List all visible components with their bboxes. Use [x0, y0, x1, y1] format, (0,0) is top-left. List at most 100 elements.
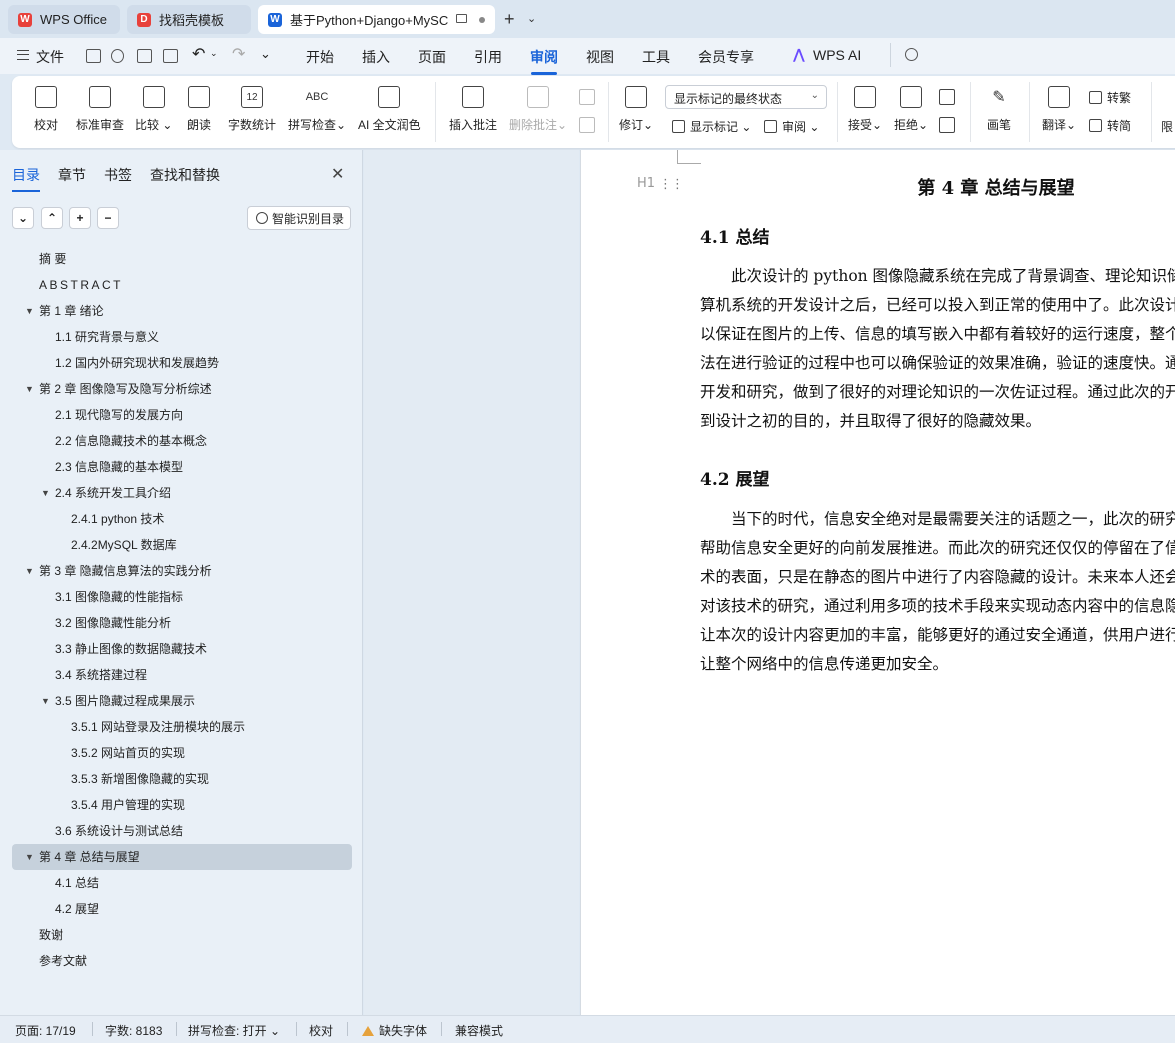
accept-button[interactable]: 接受⌄ — [848, 76, 882, 148]
menu-page[interactable]: 页面 — [418, 47, 446, 67]
more-chevron-icon[interactable]: ⌄ — [260, 46, 271, 62]
menu-file[interactable]: 文件 — [36, 47, 64, 67]
toc-item[interactable]: 2.4.2MySQL 数据库 — [12, 532, 352, 558]
to-simplified-button[interactable]: 转简 — [1089, 117, 1131, 134]
menu-references[interactable]: 引用 — [474, 47, 502, 67]
reject-button[interactable]: 拒绝⌄ — [894, 76, 928, 148]
share-icon[interactable] — [111, 49, 124, 63]
save-icon[interactable] — [86, 49, 101, 63]
menu-insert[interactable]: 插入 — [362, 47, 390, 67]
search-icon[interactable] — [905, 48, 918, 61]
unsaved-dot-icon[interactable] — [479, 17, 485, 23]
remove-icon[interactable]: − — [97, 207, 119, 229]
expand-toggle-icon[interactable]: ▼ — [25, 298, 34, 324]
nav-tab-chapters[interactable]: 章节 — [58, 165, 86, 185]
redo-icon[interactable]: ↷ — [232, 44, 245, 64]
toc-item[interactable]: 3.5.3 新增图像隐藏的实现 — [12, 766, 352, 792]
smart-toc-button[interactable]: 智能识别目录 — [247, 206, 351, 230]
toc-item[interactable]: 3.2 图像隐藏性能分析 — [12, 610, 352, 636]
tab-wps-office[interactable]: W WPS Office — [8, 5, 120, 34]
word-count-indicator[interactable]: 字数: 8183 — [105, 1022, 162, 1039]
delete-comment-button[interactable]: 删除批注⌄ — [509, 76, 567, 148]
expand-toggle-icon[interactable]: ▼ — [25, 844, 34, 870]
toc-item[interactable]: 4.1 总结 — [12, 870, 352, 896]
toc-item[interactable]: 2.3 信息隐藏的基本模型 — [12, 454, 352, 480]
compare-button[interactable]: 比较 ⌄ — [135, 76, 172, 148]
to-traditional-button[interactable]: 转繁 — [1089, 89, 1131, 106]
toc-item[interactable]: 致谢 — [12, 922, 352, 948]
menu-tools[interactable]: 工具 — [642, 47, 670, 67]
translate-button[interactable]: 翻译⌄ — [1042, 76, 1076, 148]
expand-toggle-icon[interactable]: ▼ — [41, 688, 50, 714]
document-page[interactable]: H1 ⋮⋮ 第 4 章 总结与展望 4.1 总结 此次设计的 python 图像… — [580, 150, 1175, 1015]
insert-comment-button[interactable]: 插入批注 — [449, 76, 497, 148]
nav-tab-bookmarks[interactable]: 书签 — [104, 165, 132, 185]
toc-item[interactable]: 3.3 静止图像的数据隐藏技术 — [12, 636, 352, 662]
toc-item[interactable]: 2.2 信息隐藏技术的基本概念 — [12, 428, 352, 454]
undo-chevron-icon[interactable]: ⌄ — [210, 48, 218, 59]
previous-comment-icon[interactable] — [579, 89, 595, 105]
expand-toggle-icon[interactable]: ▼ — [25, 376, 34, 402]
toc-item[interactable]: 1.2 国内外研究现状和发展趋势 — [12, 350, 352, 376]
toc-item[interactable]: 摘 要 — [12, 246, 352, 272]
toc-item[interactable]: ▼ 第 3 章 隐藏信息算法的实践分析 — [12, 558, 352, 584]
add-icon[interactable]: + — [69, 207, 91, 229]
new-tab-plus-icon[interactable]: + — [504, 9, 515, 30]
toc-item[interactable]: ABSTRACT — [12, 272, 352, 298]
toc-item[interactable]: 3.5.2 网站首页的实现 — [12, 740, 352, 766]
toc-item[interactable]: 参考文献 — [12, 948, 352, 974]
menu-wps-ai[interactable]: WPS AI — [813, 47, 861, 63]
proofread-status[interactable]: 校对 — [309, 1022, 333, 1039]
menu-membership[interactable]: 会员专享 — [698, 47, 754, 67]
menu-review[interactable]: 审阅 — [530, 47, 558, 75]
chevron-up-icon[interactable]: ⌃ — [41, 207, 63, 229]
next-comment-icon[interactable] — [579, 117, 595, 133]
toc-item[interactable]: 2.1 现代隐写的发展方向 — [12, 402, 352, 428]
undo-icon[interactable]: ↶ — [192, 44, 205, 64]
ai-polish-button[interactable]: AI 全文润色 — [358, 76, 421, 148]
previous-change-icon[interactable] — [939, 89, 955, 105]
toc-item[interactable]: 4.2 展望 — [12, 896, 352, 922]
toc-item[interactable]: ▼ 第 4 章 总结与展望 — [12, 844, 352, 870]
toc-item[interactable]: ▼ 3.5 图片隐藏过程成果展示 — [12, 688, 352, 714]
toc-item[interactable]: 2.4.1 python 技术 — [12, 506, 352, 532]
next-change-icon[interactable] — [939, 117, 955, 133]
toc-item[interactable]: ▼ 2.4 系统开发工具介绍 — [12, 480, 352, 506]
hamburger-menu-icon[interactable] — [17, 50, 29, 60]
close-icon[interactable]: ✕ — [331, 164, 344, 184]
tab-docer-templates[interactable]: D 找稻壳模板 — [127, 5, 251, 34]
standard-review-button[interactable]: 标准审查 — [76, 76, 124, 148]
spell-check-status[interactable]: 拼写检查: 打开 ⌄ — [188, 1022, 280, 1039]
nav-tab-toc[interactable]: 目录 — [12, 165, 40, 192]
read-aloud-button[interactable]: 朗读 — [187, 76, 211, 148]
pen-button[interactable]: ✎ 画笔 — [987, 76, 1011, 148]
tab-list-chevron-icon[interactable]: ⌄ — [527, 12, 536, 25]
monitor-icon[interactable] — [456, 14, 467, 23]
collapse-chevron-down-icon[interactable]: ⌄ — [12, 207, 34, 229]
toc-item[interactable]: 3.1 图像隐藏的性能指标 — [12, 584, 352, 610]
toc-item[interactable]: 3.5.4 用户管理的实现 — [12, 792, 352, 818]
menu-view[interactable]: 视图 — [586, 47, 614, 67]
menu-home[interactable]: 开始 — [306, 47, 334, 67]
track-changes-button[interactable]: 修订⌄ — [619, 76, 653, 148]
page-indicator[interactable]: 页面: 17/19 — [15, 1022, 76, 1039]
toc-item[interactable]: 3.6 系统设计与测试总结 — [12, 818, 352, 844]
print-icon[interactable] — [137, 49, 152, 63]
toc-item[interactable]: 3.5.1 网站登录及注册模块的展示 — [12, 714, 352, 740]
word-count-button[interactable]: 12 字数统计 — [228, 76, 276, 148]
proofread-button[interactable]: 校对 — [34, 76, 58, 148]
tab-current-document[interactable]: W 基于Python+Django+MySC — [258, 5, 495, 34]
review-pane-button[interactable]: 审阅 ⌄ — [764, 118, 819, 135]
toc-item[interactable]: 3.4 系统搭建过程 — [12, 662, 352, 688]
expand-toggle-icon[interactable]: ▼ — [41, 480, 50, 506]
restrict-editing-button[interactable]: 限 — [1161, 118, 1173, 135]
expand-toggle-icon[interactable]: ▼ — [25, 558, 34, 584]
show-markup-button[interactable]: 显示标记 ⌄ — [672, 118, 751, 135]
spell-check-button[interactable]: ABC 拼写检查⌄ — [288, 76, 346, 148]
toc-item[interactable]: ▼ 第 1 章 绪论 — [12, 298, 352, 324]
missing-font-status[interactable]: 缺失字体 — [362, 1022, 427, 1039]
toc-item[interactable]: ▼ 第 2 章 图像隐写及隐写分析综述 — [12, 376, 352, 402]
nav-tab-find-replace[interactable]: 查找和替换 — [150, 165, 220, 185]
toc-item[interactable]: 1.1 研究背景与意义 — [12, 324, 352, 350]
display-mode-select[interactable]: 显示标记的最终状态 ⌄ — [665, 85, 827, 109]
